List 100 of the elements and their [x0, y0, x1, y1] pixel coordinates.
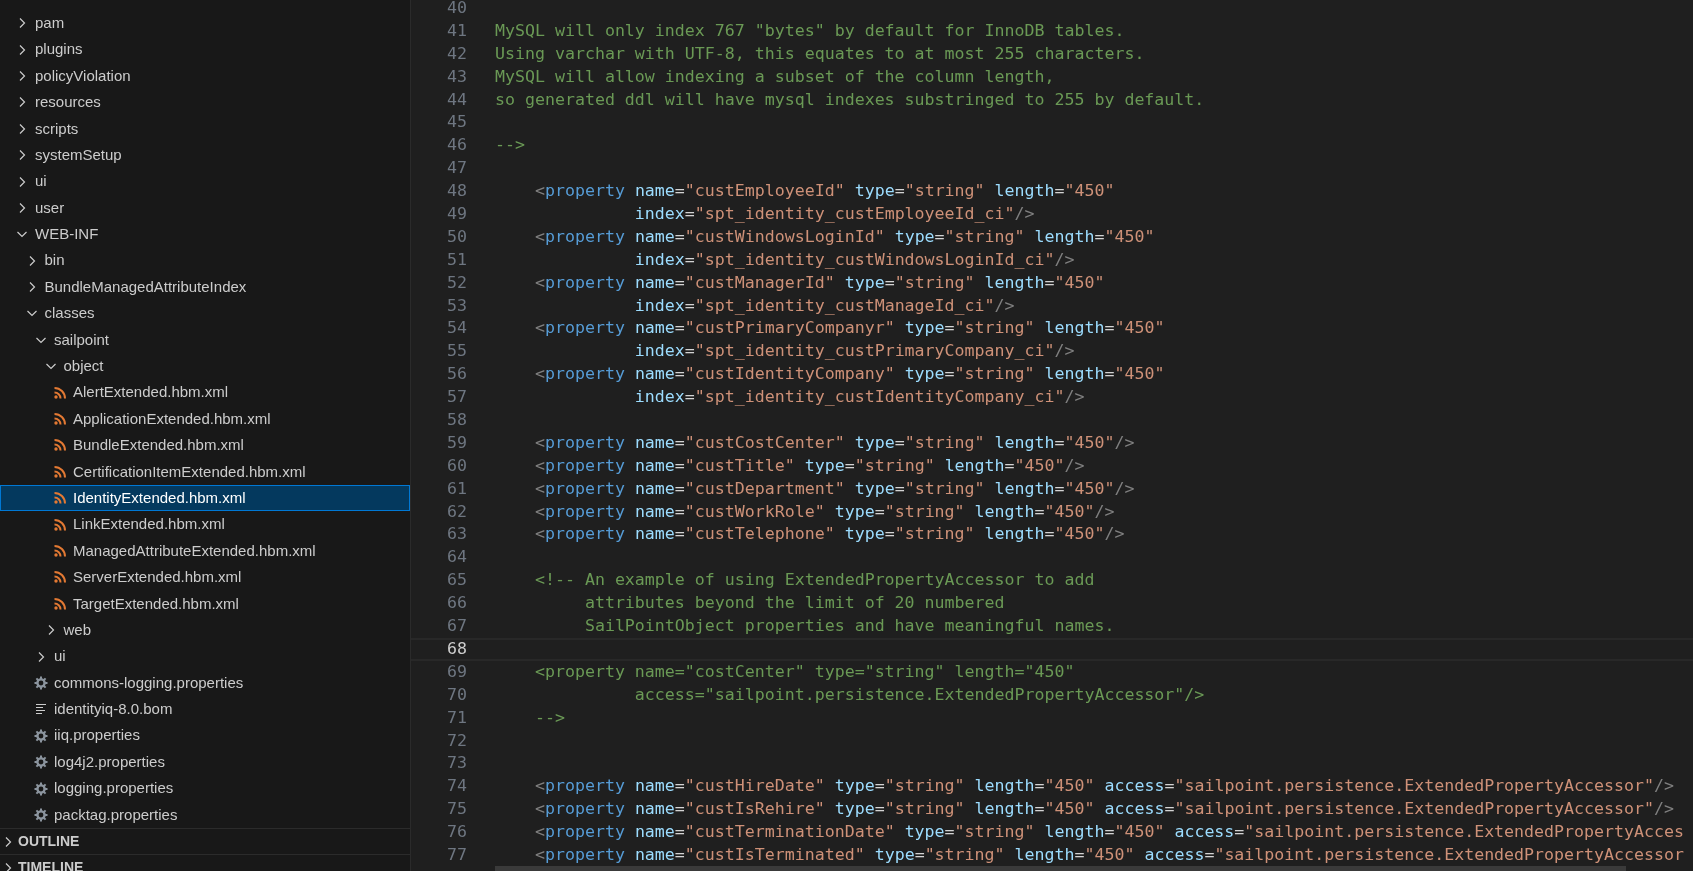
folder-item[interactable]: pam: [0, 10, 410, 37]
folder-item[interactable]: scripts: [0, 115, 410, 142]
code-line: <property name="custIdentityCompany" type="string" length="450": [533, 363, 1165, 386]
code-line: index="spt_identity_custPrimaryCompany_ci"/>: [633, 340, 1075, 363]
rss-icon: [52, 595, 68, 612]
line-number: 70: [446, 683, 467, 706]
line-number: 40: [446, 0, 467, 19]
folder-item[interactable]: object: [0, 353, 410, 380]
line-number: 61: [446, 477, 467, 500]
folder-item[interactable]: ui: [0, 643, 410, 670]
folder-item[interactable]: resources: [0, 89, 410, 116]
code-line: index="spt_identity_custIdentityCompany_ci"/>: [633, 386, 1085, 409]
rss-icon: [52, 516, 68, 533]
line-number: 63: [446, 523, 467, 546]
folder-item[interactable]: ui: [0, 168, 410, 195]
line-number: 73: [446, 752, 467, 775]
line-number: 76: [446, 821, 467, 844]
folder-item[interactable]: sailpoint: [0, 326, 410, 354]
code-line: <property name="custDepartment" type="string" length="450"/>: [533, 477, 1135, 500]
gear-icon: [33, 806, 49, 823]
code-line: <property name="custCostCenter" type="string" length="450"/>: [533, 431, 1135, 454]
code-line: MySQL will only index 767 "bytes" by default for InnoDB tables.: [495, 19, 1125, 42]
panel-header[interactable]: OUTLINE: [0, 828, 410, 854]
code-line: so generated ddl will have mysql indexes substringed to 255 by default.: [495, 88, 1205, 111]
file-item[interactable]: ApplicationExtended.hbm.xml: [0, 405, 410, 433]
folder-item[interactable]: web: [0, 617, 410, 644]
line-number: 75: [446, 798, 467, 821]
rss-icon: [52, 384, 68, 401]
rss-icon: [52, 463, 68, 480]
code-line: index="spt_identity_custEmployeeId_ci"/>: [633, 203, 1035, 225]
code-line: <property name="custIsTerminated" type="string" length="450" access="sailpoint.persistence.ExtendedPropertyAccessor: [533, 843, 1684, 866]
line-number: 44: [446, 88, 467, 111]
line-number: 45: [446, 111, 467, 134]
rss-icon: [52, 543, 68, 559]
folder-item[interactable]: classes: [0, 300, 410, 327]
code-line: Using varchar with UTF-8, this equates to at most 255 characters.: [495, 42, 1145, 65]
code-line: index="spt_identity_custWindowsLoginId_ci"/>: [633, 248, 1075, 271]
line-number: 69: [446, 660, 467, 683]
line-number: 41: [446, 19, 467, 42]
line-number: 66: [446, 592, 467, 615]
line-number: 49: [446, 203, 467, 225]
file-item[interactable]: IdentityExtended.hbm.xml: [0, 485, 410, 512]
line-number: 65: [446, 569, 467, 592]
code-line: index="spt_identity_custManageId_ci"/>: [633, 294, 1015, 317]
code-line: <property name="custEmployeeId" type="string" length="450": [533, 180, 1115, 203]
line-number: 71: [446, 706, 467, 729]
code-line: <property name="custHireDate" type="string" length="450" access="sailpoint.persistence.ExtendedPropertyAccessor"/>: [533, 775, 1674, 798]
folder-item[interactable]: user: [0, 194, 410, 222]
file-item[interactable]: log4j2.properties: [0, 748, 410, 776]
line-number: 46: [446, 134, 467, 157]
file-item[interactable]: packtag.properties: [0, 801, 410, 828]
file-item[interactable]: LinkExtended.hbm.xml: [0, 511, 410, 538]
scrollbar-thumb[interactable]: [495, 866, 1626, 871]
code-line: <property name="custWindowsLoginId" type="string" length="450": [533, 225, 1155, 248]
line-number: 48: [446, 180, 467, 203]
line-number: 54: [446, 317, 467, 340]
line-number: 47: [446, 157, 467, 180]
line-number: 58: [446, 409, 467, 432]
rss-icon: [52, 411, 68, 428]
line-number: 56: [446, 363, 467, 386]
file-item[interactable]: iiq.properties: [0, 722, 410, 749]
folder-item[interactable]: plugins: [0, 36, 410, 63]
line-number: 68: [446, 637, 467, 660]
code-line: attributes beyond the limit of 20 numbered: [583, 592, 1005, 615]
line-number: 43: [446, 65, 467, 88]
code-line: <property name="custIsRehire" type="string" length="450" access="sailpoint.persistence.ExtendedPropertyAccessor"/>: [533, 798, 1674, 821]
file-item[interactable]: logging.properties: [0, 775, 410, 802]
file-item[interactable]: BundleExtended.hbm.xml: [0, 432, 410, 459]
code-line: -->: [533, 706, 565, 729]
code-line: <property name="custWorkRole" type="string" length="450"/>: [533, 500, 1115, 523]
file-item[interactable]: identityiq-8.0.bom: [0, 696, 410, 723]
file-item[interactable]: commons-logging.properties: [0, 669, 410, 697]
folder-item[interactable]: WEB-INF: [0, 221, 410, 248]
code-line: SailPointObject properties and have meaningful names.: [583, 615, 1115, 638]
line-number: 72: [446, 729, 467, 752]
file-item[interactable]: ManagedAttributeExtended.hbm.xml: [0, 537, 410, 565]
folder-item[interactable]: policyViolation: [0, 62, 410, 90]
folder-item[interactable]: BundleManagedAttributeIndex: [0, 273, 410, 301]
code-line: <property name="custTerminationDate" type="string" length="450" access="sailpoint.persistence.ExtendedPropertyAcces: [533, 821, 1684, 844]
line-number: 52: [446, 271, 467, 294]
folder-item[interactable]: systemSetup: [0, 141, 410, 169]
file-item[interactable]: TargetExtended.hbm.xml: [0, 590, 410, 617]
rss-icon: [52, 490, 68, 507]
code-line: <!-- An example of using ExtendedPropertyAccessor to add: [533, 569, 1095, 592]
file-item[interactable]: CertificationItemExtended.hbm.xml: [0, 458, 410, 486]
file-item[interactable]: ServerExtended.hbm.xml: [0, 564, 410, 591]
line-number: 50: [446, 225, 467, 248]
folder-item[interactable]: bin: [0, 247, 410, 274]
line-number: 60: [446, 454, 467, 477]
line-number: 62: [446, 500, 467, 523]
code-line: <property name="custTitle" type="string" length="450"/>: [533, 454, 1085, 477]
code-line: <property name="custTelephone" type="string" length="450"/>: [533, 523, 1125, 546]
gear-icon: [33, 674, 49, 691]
code-line: -->: [495, 134, 525, 157]
file-item[interactable]: AlertExtended.hbm.xml: [0, 379, 410, 406]
line-number: 51: [446, 248, 467, 271]
gear-icon: [33, 754, 49, 771]
line-number: 74: [446, 775, 467, 798]
code-line: MySQL will allow indexing a subset of the column length,: [495, 65, 1055, 88]
line-number: 67: [446, 615, 467, 638]
